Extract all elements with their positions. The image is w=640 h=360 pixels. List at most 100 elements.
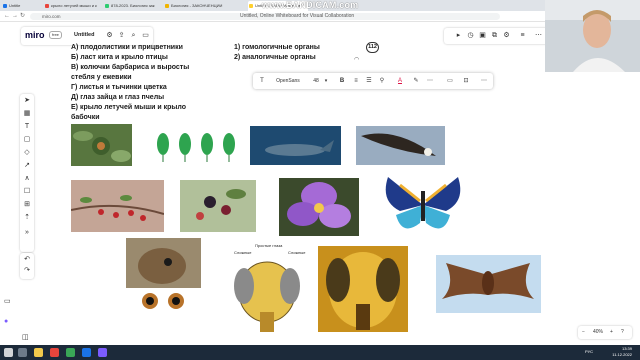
timer-icon[interactable]: ◷ [466,31,475,40]
reload-icon[interactable]: ↻ [20,13,25,20]
undo-redo-rail: ↶ ↷ [20,253,34,279]
zoom-controls: − 40% + ? [578,326,632,339]
barberry-thorns-image[interactable] [71,180,164,232]
font-size-select[interactable]: 48 [309,76,323,86]
eagle-wing-image[interactable] [356,126,445,165]
whale-image[interactable] [250,126,341,165]
blackberry-image[interactable] [180,180,256,232]
board-title[interactable]: Untitled [74,32,94,38]
answer-item-2[interactable]: 2) аналогичные органы [234,54,316,61]
upload-icon[interactable]: ⇡ [22,213,32,223]
user-count-badge[interactable]: 112 [366,42,379,53]
tool-rail: ➤ ▦ T ▢ ◇ ↗ ∧ ☐ ⊞ ⇡ » [20,94,34,252]
redo-icon[interactable]: ↷ [22,266,32,276]
language-indicator[interactable]: РУС [585,349,593,354]
bat-image[interactable] [436,255,541,313]
browser-tab-4[interactable]: Биология - ЗАКОНЧЕНЦИИ [164,1,236,11]
answer-item-1[interactable]: 1) гомологичные органы [234,44,320,51]
connector-icon[interactable]: ↗ [22,161,32,171]
align-icon[interactable]: ≡ [351,76,361,86]
butterfly-image[interactable] [380,171,466,240]
diagram-label-compound-right: Сложные [288,250,306,255]
bee-closeup-image[interactable] [318,246,408,332]
purple-flower-image[interactable] [279,178,359,236]
comment-icon[interactable]: ▭ [445,76,455,86]
flower-diagram-image[interactable] [153,124,239,166]
window-title: Untitled, Online Whiteboard for Visual C… [240,13,355,19]
start-icon[interactable] [4,348,13,357]
search-icon[interactable]: ⌕ [129,31,138,40]
frame-icon[interactable]: ⊞ [22,200,32,210]
settings-icon[interactable]: ⚙ [105,31,114,40]
zoom-out-icon[interactable]: − [582,328,585,337]
zoom-in-icon[interactable]: + [610,328,613,337]
text-type-icon[interactable]: T [257,76,267,86]
question-item-b[interactable]: Б) ласт кита и крыло птицы [71,54,168,61]
panel-icon[interactable]: ▭ [4,297,11,305]
back-icon[interactable]: ← [4,13,10,20]
list-icon[interactable]: ☰ [364,76,374,86]
plan-badge[interactable]: free [49,31,62,39]
undo-icon[interactable]: ↶ [22,255,32,265]
hare-eye-image[interactable] [126,238,201,313]
question-item-f[interactable]: Е) крыло летучей мыши и крыло [71,104,186,111]
webcam-overlay [545,0,640,72]
diagram-label-compound-left: Сложные [234,250,252,255]
zoom-level[interactable]: 40% [593,328,603,337]
more-tools-icon[interactable]: » [22,228,32,238]
tab-favicon-icon [165,4,169,8]
more-icon[interactable]: ⋯ [534,31,543,40]
sticky-note-icon[interactable]: ▢ [22,135,32,145]
app-icon[interactable] [98,348,107,357]
diagram-label-simple-eyes: Простые глаза [255,243,283,248]
link-icon[interactable]: ⚲ [377,76,387,86]
lock-icon[interactable]: ⊡ [461,76,471,86]
question-item-c[interactable]: В) колючки барбариса и выросты [71,64,189,71]
plant-leaves-image[interactable] [71,124,132,166]
shapes-icon[interactable]: ◇ [22,148,32,158]
text-tool-icon[interactable]: T [22,122,32,132]
app-icon[interactable] [66,348,75,357]
pen-icon[interactable]: ∧ [22,174,32,184]
forward-icon[interactable]: → [12,13,18,20]
settings-icon[interactable]: ⚙ [502,31,511,40]
share-icon[interactable]: ⇪ [117,31,126,40]
sidebar-toggle-icon[interactable]: ◫ [22,333,29,341]
bold-icon[interactable]: B [337,76,347,86]
explorer-icon[interactable] [34,348,43,357]
text-format-toolbar: T OpenSans 48 ▾ B ≡ ☰ ⚲ A ✎ ⋯ ▭ ⊡ ⋯ [253,73,493,89]
help-icon[interactable]: ? [621,328,624,337]
templates-icon[interactable]: ▦ [22,109,32,119]
tab-favicon-icon [249,4,253,8]
browser-tab-2[interactable]: крыло летучей мыши и к [44,1,102,11]
font-select[interactable]: OpenSans [271,76,305,86]
apps-icon[interactable]: ● [4,318,8,325]
browser-tab-1[interactable]: Untitle [2,1,42,11]
collab-toolbar: ▸ ◷ ▣ ⧉ ⚙ ≡ ⋯ [444,28,554,44]
share-screen-icon[interactable]: ⧉ [490,31,499,40]
more-icon[interactable]: ⋯ [479,76,489,86]
question-item-e[interactable]: Д) глаз зайца и глаз пчелы [71,94,164,101]
question-item-c-cont[interactable]: стебля у ежевики [71,74,132,81]
screen-icon[interactable]: ▣ [478,31,487,40]
question-item-f-cont[interactable]: бабочки [71,114,100,121]
miro-logo[interactable]: miro [25,30,45,40]
comment-tool-icon[interactable]: ☐ [22,187,32,197]
comment-icon[interactable]: ▭ [141,31,150,40]
highlight-icon[interactable]: ✎ [411,76,421,86]
chrome-icon[interactable] [82,348,91,357]
question-item-a[interactable]: А) плодолистики и прицветники [71,44,183,51]
search-icon[interactable] [18,348,27,357]
cursor-icon: ◠ [354,57,360,63]
play-icon[interactable]: ▸ [454,31,463,40]
app-icon[interactable] [50,348,59,357]
bee-head-diagram-image[interactable]: Простые глаза Сложные Сложные [222,242,312,338]
text-color-icon[interactable]: A [395,76,405,86]
select-tool-icon[interactable]: ➤ [22,96,32,106]
more-format-icon[interactable]: ⋯ [425,76,435,86]
system-clock[interactable]: 13:39 11.12.2022 [612,346,632,358]
filter-icon[interactable]: ≡ [518,31,527,40]
browser-tab-3[interactable]: 878-2023. Биология зак [104,1,162,11]
question-item-d[interactable]: Г) листья и тычинки цветка [71,84,167,91]
chevron-down-icon[interactable]: ▾ [323,76,329,86]
